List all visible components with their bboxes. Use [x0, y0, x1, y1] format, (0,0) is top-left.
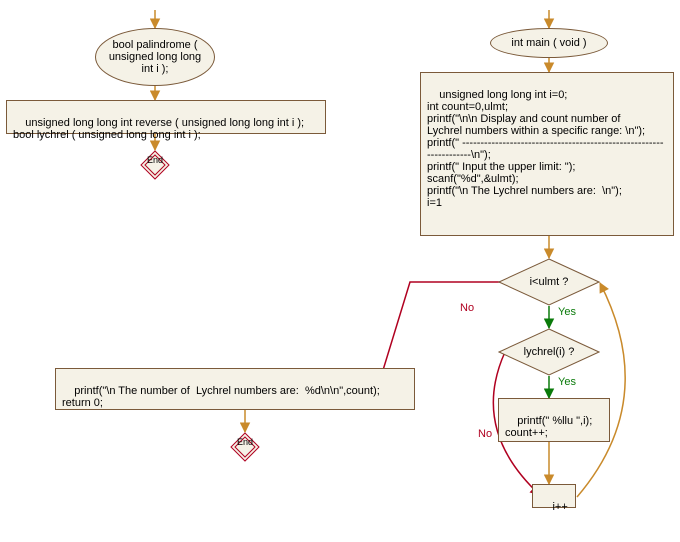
- cond-ulmt-diamond: i<ulmt ?: [498, 258, 600, 306]
- cond-lychrel-yes: Yes: [558, 376, 576, 388]
- prototypes-rect: unsigned long long int reverse ( unsigne…: [6, 100, 326, 134]
- cond-lychrel-diamond: lychrel(i) ?: [498, 328, 600, 376]
- func-palindrome-ellipse: bool palindrome ( unsigned long long int…: [95, 28, 215, 86]
- print-block: printf(" %llu ",i); count++;: [498, 398, 610, 442]
- result-rect: printf("\n The number of Lychrel numbers…: [55, 368, 415, 410]
- main-ellipse: int main ( void ): [490, 28, 608, 58]
- right-end-label: End: [230, 437, 260, 447]
- cond-ulmt-no: No: [460, 302, 474, 314]
- init-rect-text: unsigned long long int i=0; int count=0,…: [427, 89, 664, 209]
- main-ellipse-text: int main ( void ): [511, 37, 586, 49]
- cond-ulmt-yes: Yes: [558, 306, 576, 318]
- left-end-label: End: [140, 155, 170, 165]
- init-rect: unsigned long long int i=0; int count=0,…: [420, 72, 674, 236]
- print-block-text: printf(" %llu ",i); count++;: [505, 415, 592, 439]
- result-rect-text: printf("\n The number of Lychrel numbers…: [62, 385, 380, 409]
- func-palindrome-text: bool palindrome ( unsigned long long int…: [104, 39, 206, 75]
- increment-block-text: i++: [552, 501, 567, 513]
- increment-block: i++: [532, 484, 576, 508]
- prototypes-text: unsigned long long int reverse ( unsigne…: [13, 117, 304, 141]
- cond-lychrel-no: No: [478, 428, 492, 440]
